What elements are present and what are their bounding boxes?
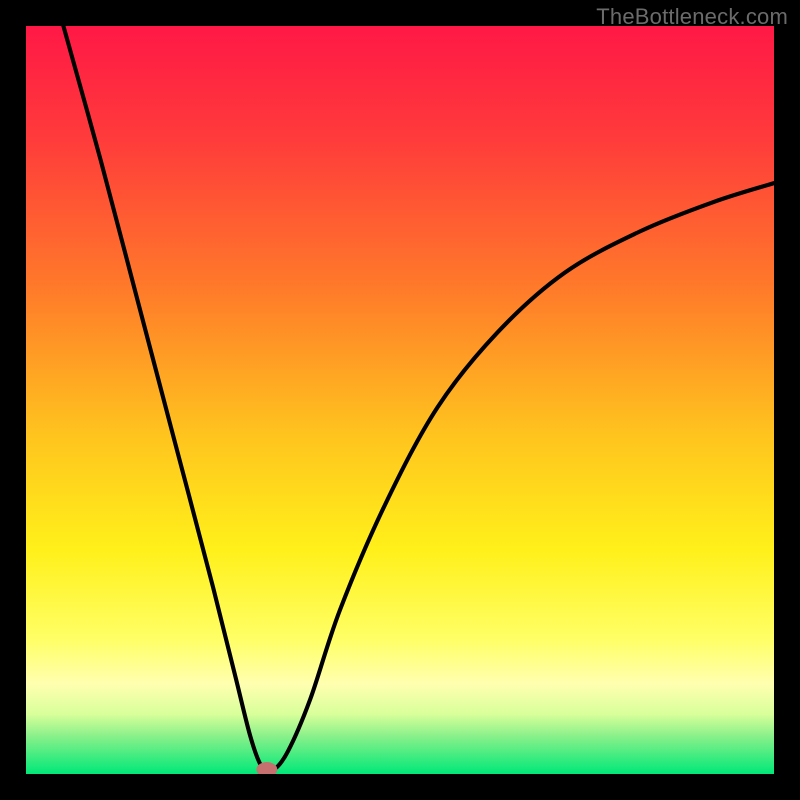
plot-area: [26, 26, 774, 774]
chart-frame: TheBottleneck.com: [0, 0, 800, 800]
bottleneck-curve: [26, 26, 774, 774]
watermark-text: TheBottleneck.com: [596, 4, 788, 30]
